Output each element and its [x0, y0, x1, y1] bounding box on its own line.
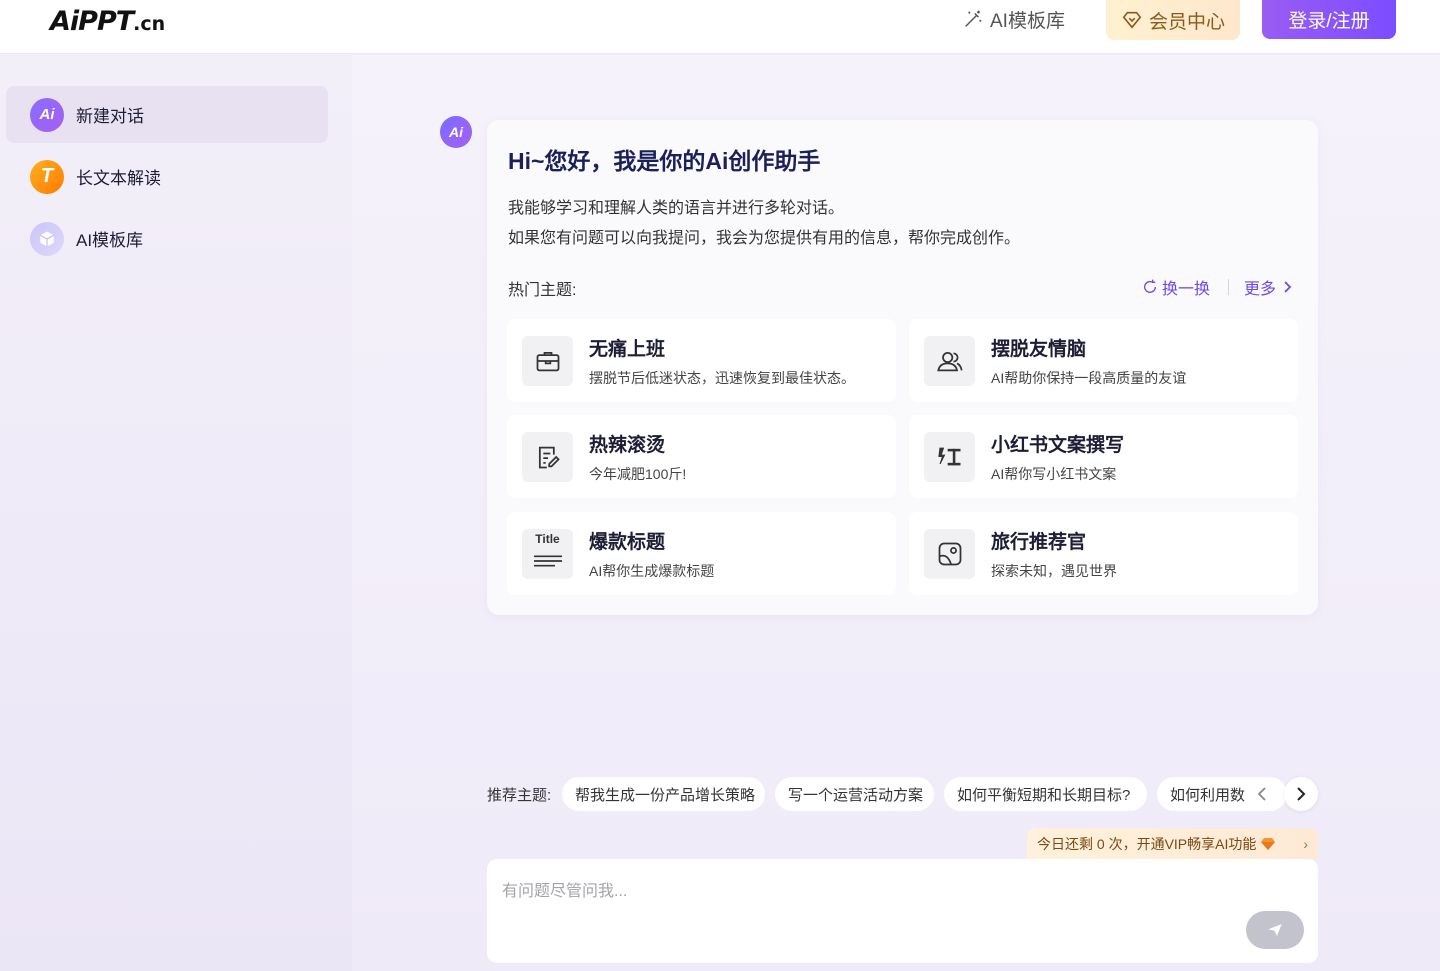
nav-ai-templates-label: AI模板库 — [990, 10, 1065, 32]
topic-title: 热辣滚烫 — [589, 435, 666, 456]
gem-icon — [1261, 837, 1276, 850]
briefcase-icon — [522, 336, 573, 386]
login-register-button[interactable]: 登录/注册 — [1262, 0, 1396, 39]
red-note-icon — [924, 432, 975, 482]
topic-subtitle: 探索未知，遇见世界 — [991, 563, 1117, 579]
greeting-description: 我能够学习和理解人类的语言并进行多轮对话。 如果您有问题可以向我提问，我会为您提… — [508, 194, 1020, 254]
topic-card[interactable]: 旅行推荐官 探索未知，遇见世界 — [909, 512, 1298, 595]
topic-subtitle: 摆脱节后低迷状态，迅速恢复到最佳状态。 — [589, 370, 855, 386]
topic-title: 小红书文案撰写 — [991, 435, 1125, 456]
recommend-chip[interactable]: 帮我生成一份产品增长策略 — [562, 777, 765, 811]
chevron-right-icon[interactable] — [1284, 777, 1318, 811]
topic-card[interactable]: 热辣滚烫 今年减肥100斤! — [507, 415, 896, 498]
topic-card[interactable]: 无痛上班 摆脱节后低迷状态，迅速恢复到最佳状态。 — [507, 319, 896, 402]
greeting-line-1: 我能够学习和理解人类的语言并进行多轮对话。 — [508, 200, 845, 217]
topic-title: 爆款标题 — [589, 532, 666, 553]
greeting-title: Hi~您好，我是你的Ai创作助手 — [508, 148, 821, 174]
refresh-topics-button[interactable]: 换一换 — [1142, 275, 1210, 299]
sidebar-item-label: 新建对话 — [76, 107, 144, 126]
topic-card[interactable]: 小红书文案撰写 AI帮你写小红书文案 — [909, 415, 1298, 498]
quota-text: 今日还剩 0 次，开通VIP畅享AI功能 — [1037, 835, 1257, 852]
vip-center-button[interactable]: 会员中心 — [1106, 0, 1240, 40]
title-icon: Title — [522, 529, 573, 579]
topic-card[interactable]: 摆脱友情脑 AI帮助你保持一段高质量的友谊 — [909, 319, 1298, 402]
nav-ai-templates-link[interactable]: AI模板库 — [962, 6, 1065, 32]
assistant-avatar: Ai — [440, 116, 472, 148]
welcome-card: Hi~您好，我是你的Ai创作助手 我能够学习和理解人类的语言并进行多轮对话。 如… — [487, 120, 1318, 615]
recommend-chip[interactable]: 如何平衡短期和长期目标? — [944, 777, 1147, 811]
chevron-right-icon — [1284, 281, 1292, 293]
recommend-label: 推荐主题: — [487, 787, 552, 804]
chevron-right-icon: › — [1303, 835, 1308, 852]
top-header: AiPPT.cn AI模板库 会员中心 登录/注册 — [0, 0, 1440, 54]
document-edit-icon — [522, 432, 573, 482]
ai-logo-icon: Ai — [30, 97, 64, 132]
topic-subtitle: 今年减肥100斤! — [589, 466, 687, 482]
hot-topics-label: 热门主题: — [508, 282, 577, 299]
vip-quota-banner[interactable]: 今日还剩 0 次，开通VIP畅享AI功能 › — [1027, 828, 1318, 859]
topic-subtitle: AI帮你写小红书文案 — [991, 466, 1117, 482]
divider — [1228, 279, 1229, 295]
send-button[interactable] — [1246, 911, 1304, 949]
chevron-left-icon[interactable] — [1250, 779, 1274, 809]
aippt-logo[interactable]: AiPPT.cn — [50, 6, 165, 37]
vip-center-label: 会员中心 — [1148, 11, 1225, 33]
more-topics-button[interactable]: 更多 — [1244, 275, 1292, 299]
topic-card[interactable]: Title 爆款标题 AI帮你生成爆款标题 — [507, 512, 896, 595]
topic-subtitle: AI帮你生成爆款标题 — [589, 563, 715, 579]
topic-subtitle: AI帮助你保持一段高质量的友谊 — [991, 370, 1187, 386]
sidebar-item-long-text[interactable]: T 长文本解读 — [6, 148, 328, 205]
people-icon — [924, 336, 975, 386]
template-box-icon — [30, 221, 64, 256]
chat-input-box — [487, 859, 1318, 963]
sidebar-item-new-chat[interactable]: Ai 新建对话 — [6, 86, 328, 143]
sidebar-item-label: AI模板库 — [76, 231, 144, 250]
chat-input[interactable] — [487, 859, 1318, 963]
sidebar-item-ai-templates[interactable]: AI模板库 — [6, 210, 328, 267]
greeting-line-2: 如果您有问题可以向我提问，我会为您提供有用的信息，帮你完成创作。 — [508, 230, 1021, 247]
long-text-icon: T — [30, 159, 64, 194]
send-icon — [1268, 924, 1282, 936]
map-icon — [924, 529, 975, 579]
diamond-icon — [1122, 11, 1142, 29]
magic-wand-icon — [965, 10, 982, 27]
topic-title: 无痛上班 — [589, 339, 666, 360]
topic-title: 摆脱友情脑 — [991, 339, 1087, 360]
sidebar-item-label: 长文本解读 — [76, 169, 161, 188]
topic-title: 旅行推荐官 — [991, 532, 1087, 553]
refresh-icon — [1144, 279, 1156, 293]
recommend-chip[interactable]: 写一个运营活动方案 — [775, 777, 934, 811]
